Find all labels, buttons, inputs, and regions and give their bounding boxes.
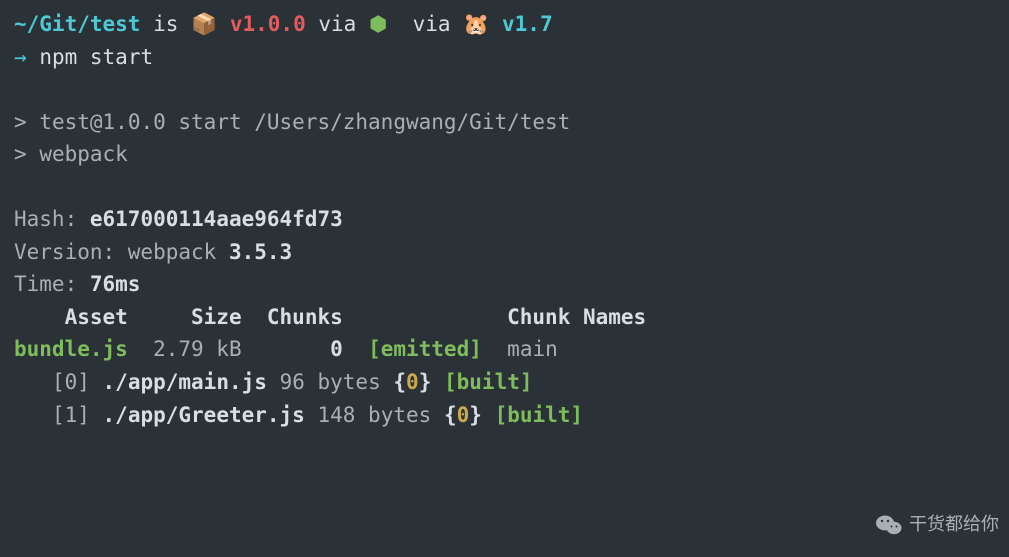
prompt-is: is	[153, 12, 178, 36]
time-line: Time: 76ms	[14, 268, 995, 301]
header-chunks: Chunks	[267, 305, 343, 329]
hash-line: Hash: e617000114aae964fd73	[14, 203, 995, 236]
asset-name: bundle.js	[14, 337, 128, 361]
wechat-icon	[875, 513, 903, 537]
go-version: v1.7	[502, 12, 553, 36]
blank-line	[14, 73, 995, 106]
module-file: ./app/Greeter.js	[103, 403, 305, 427]
npm-prefix-2: >	[14, 142, 27, 166]
module-bytes: 96 bytes	[280, 370, 381, 394]
npm-prefix: >	[14, 110, 27, 134]
npm-line-2: > webpack	[14, 138, 995, 171]
time-label: Time:	[14, 272, 77, 296]
npm-command: webpack	[39, 142, 128, 166]
time-value: 76ms	[90, 272, 141, 296]
prompt-path: ~/Git/test	[14, 12, 140, 36]
node-icon: ⬢	[369, 12, 387, 36]
prompt-line: ~/Git/test is 📦 v1.0.0 via ⬢ via 🐹 v1.7	[14, 8, 995, 41]
via1: via	[318, 12, 356, 36]
asset-status: [emitted]	[368, 337, 482, 361]
prompt-arrow-icon: →	[14, 45, 27, 69]
npm-script-info: test@1.0.0 start /Users/zhangwang/Git/te…	[39, 110, 570, 134]
header-chunk-names: Chunk Names	[507, 305, 646, 329]
asset-chunk-name: main	[507, 337, 558, 361]
version-label: Version: webpack	[14, 240, 216, 264]
watermark-text: 干货都给你	[909, 511, 999, 539]
module-file: ./app/main.js	[103, 370, 267, 394]
brace-l: {	[444, 403, 457, 427]
blank-line-2	[14, 171, 995, 204]
brace-r: }	[419, 370, 432, 394]
brace-r: }	[469, 403, 482, 427]
table-row: bundle.js 2.79 kB 0 [emitted] main	[14, 333, 995, 366]
package-icon: 📦	[191, 12, 217, 36]
version-value: 3.5.3	[229, 240, 292, 264]
hash-label: Hash:	[14, 207, 77, 231]
asset-chunk: 0	[330, 337, 343, 361]
version-line: Version: webpack 3.5.3	[14, 236, 995, 269]
asset-size: 2.79 kB	[153, 337, 242, 361]
pkg-version: v1.0.0	[230, 12, 306, 36]
header-asset: Asset	[65, 305, 128, 329]
watermark: 干货都给你	[875, 511, 999, 539]
hash-value: e617000114aae964fd73	[90, 207, 343, 231]
brace-l: {	[393, 370, 406, 394]
module-status: [built]	[444, 370, 533, 394]
module-chunk: 0	[457, 403, 470, 427]
via2: via	[413, 12, 451, 36]
gopher-icon: 🐹	[463, 12, 489, 36]
module-bytes: 148 bytes	[317, 403, 431, 427]
npm-line-1: > test@1.0.0 start /Users/zhangwang/Git/…	[14, 106, 995, 139]
header-size: Size	[191, 305, 242, 329]
command-line[interactable]: → npm start	[14, 41, 995, 74]
module-row: [0] ./app/main.js 96 bytes {0} [built]	[14, 366, 995, 399]
command-text: npm start	[39, 45, 153, 69]
module-row: [1] ./app/Greeter.js 148 bytes {0} [buil…	[14, 399, 995, 432]
module-chunk: 0	[406, 370, 419, 394]
module-status: [built]	[495, 403, 584, 427]
table-header: Asset Size Chunks Chunk Names	[14, 301, 995, 334]
module-idx: [1]	[52, 403, 90, 427]
module-idx: [0]	[52, 370, 90, 394]
